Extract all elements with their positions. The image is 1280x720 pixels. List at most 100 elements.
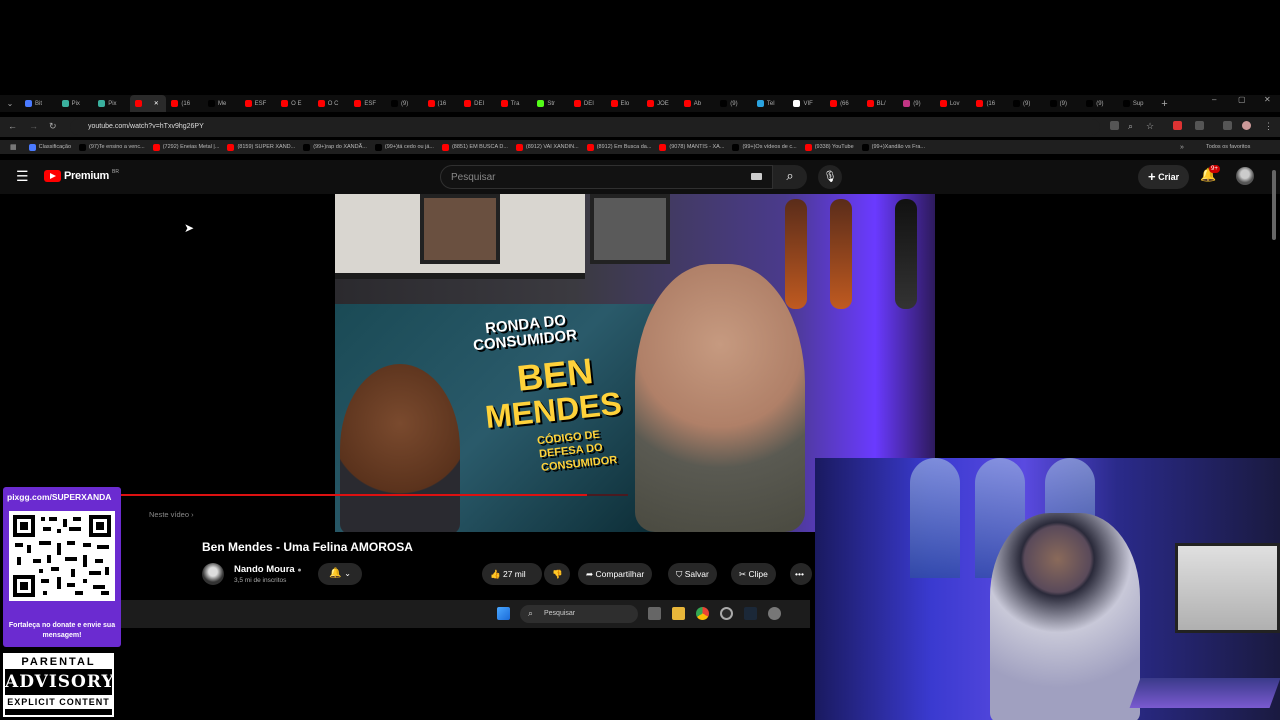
browser-tab[interactable]: ✕ [129,95,167,112]
browser-tab[interactable]: Tel [752,95,789,112]
app-icon[interactable] [720,607,733,620]
tab-label: Elo [620,100,630,107]
more-bookmarks-icon[interactable]: » [1180,144,1184,151]
channel-avatar[interactable] [202,563,224,585]
profile-avatar[interactable] [1242,121,1251,130]
browser-tab[interactable]: BL/ [862,95,899,112]
browser-tab[interactable]: Str [532,95,569,112]
create-button[interactable]: + Criar [1138,165,1190,189]
url-field[interactable]: youtube.com/watch?v=hTxv9hg26PY [70,119,1100,135]
extension-icon[interactable] [1173,121,1182,130]
browser-tab[interactable]: (16 [971,95,1008,112]
browser-tab[interactable]: Tra [496,95,533,112]
browser-tab[interactable]: (9) [898,95,935,112]
task-view-icon[interactable] [648,607,661,620]
browser-tab[interactable]: Sup [1118,95,1155,112]
clip-button[interactable]: ✂ Clipe [731,563,776,585]
youtube-premium-logo[interactable]: Premium BR [44,169,119,182]
tab-search-icon[interactable]: ⌄ [0,99,20,108]
browser-tab[interactable]: Bit [20,95,57,112]
bookmark-label: (8159) SUPER XAND... [237,144,296,150]
maximize-icon[interactable]: ▢ [1238,95,1246,104]
bookmark-item[interactable]: (8912) Em Busca da... [586,143,651,151]
chrome-icon[interactable] [696,607,709,620]
donate-panel: pixgg.com/SUPERXANDA Fortaleça no donate… [3,487,121,647]
bookmark-item[interactable]: (97)Te ensino a venc... [79,143,145,151]
file-explorer-icon[interactable] [672,607,685,620]
settings-gear-icon[interactable] [768,607,781,620]
in-this-video-link[interactable]: Neste vídeo › [149,510,194,519]
bookmark-item[interactable]: (9338) YouTube [804,143,854,151]
browser-tab[interactable]: Pix [93,95,130,112]
keyboard-icon[interactable] [751,173,762,180]
bookmark-item[interactable]: (99+)rap do XANDÃ... [303,143,367,151]
share-button[interactable]: ➦ Compartilhar [578,563,653,585]
browser-tab[interactable]: JOE [642,95,679,112]
browser-tab[interactable]: (66 [825,95,862,112]
taskbar-search[interactable]: ⌕ Pesquisar [520,605,638,623]
browser-tab[interactable]: DEI [569,95,606,112]
channel-name-row[interactable]: Nando Moura ● [234,564,302,575]
notifications-badge: 9+ [1209,165,1220,173]
browser-tab[interactable]: (9) [1008,95,1045,112]
bookmark-item[interactable]: (7292) Eneias Metal |... [152,143,219,151]
browser-tab[interactable]: O E [276,95,313,112]
browser-tab[interactable]: Elo [606,95,643,112]
apps-grid-icon[interactable]: ▦ [10,143,17,151]
search-button[interactable]: ⌕ [773,165,807,189]
bookmark-item[interactable]: (99+)tá cedo ou já... [374,143,434,151]
new-tab-button[interactable]: + [1154,98,1174,110]
hamburger-menu-icon[interactable]: ☰ [16,168,29,185]
extensions-puzzle-icon[interactable] [1195,121,1204,130]
close-tab-icon[interactable]: ✕ [154,100,159,107]
browser-tab[interactable]: ESF [349,95,386,112]
share-icon: ➦ [586,569,594,579]
menu-dots-icon[interactable]: ⋮ [1264,121,1273,132]
close-window-icon[interactable]: ✕ [1264,95,1271,104]
bookmark-item[interactable]: (8159) SUPER XAND... [227,143,296,151]
account-avatar[interactable] [1236,167,1254,185]
media-icon[interactable] [1223,121,1232,130]
browser-tab[interactable]: (9) [1081,95,1118,112]
browser-tab[interactable]: VIF [788,95,825,112]
browser-tab[interactable]: O C [313,95,350,112]
browser-tab[interactable]: Pix [57,95,94,112]
bookmark-item[interactable]: (8851) EM BUSCA D... [441,143,508,151]
back-icon[interactable]: ← [8,121,17,131]
browser-tab[interactable]: (16 [166,95,203,112]
browser-tab[interactable]: (9) [715,95,752,112]
parental-advisory-logo: PARENTAL ADVISORY EXPLICIT CONTENT [3,653,114,717]
bookmark-item[interactable]: (99+)Xandão vs Fra... [861,143,925,151]
browser-tab[interactable]: DEI [459,95,496,112]
browser-tab[interactable]: (16 [423,95,460,112]
reload-icon[interactable]: ↻ [49,121,57,132]
steam-icon[interactable] [744,607,757,620]
browser-tab[interactable]: Me [203,95,240,112]
bookmark-item[interactable]: (99+)Os vídeos de c... [732,143,797,151]
all-bookmarks-folder[interactable]: Todos os favoritos [1206,144,1250,150]
search-input[interactable]: Pesquisar [440,165,773,189]
bookmarks-bar: ▦ Classificação (97)Te ensino a venc... (7… [0,140,1280,154]
browser-tab[interactable]: Ab [679,95,716,112]
bookmark-item[interactable]: (8912) VAI XANDIN... [515,143,579,151]
bookmark-item[interactable]: (9078) MANTIS - XA... [659,143,724,151]
bookmark-label: (8851) EM BUSCA D... [451,144,508,150]
voice-search-button[interactable]: 🎙 [818,165,842,189]
page-scrollbar[interactable] [1272,170,1276,240]
browser-tab[interactable]: ESF [240,95,277,112]
save-button[interactable]: ⛉ Salvar [668,563,717,585]
subscription-bell-button[interactable]: 🔔 ⌄ [318,563,362,585]
dislike-button[interactable]: 👎 [544,563,570,585]
install-icon[interactable] [1110,121,1119,130]
browser-tab[interactable]: (9) [1045,95,1082,112]
browser-tab[interactable]: Lov [935,95,972,112]
more-actions-button[interactable]: ••• [790,563,812,585]
windows-start-icon[interactable] [497,607,510,620]
bookmark-item[interactable]: Classificação [28,143,71,151]
browser-tab[interactable]: (9) [386,95,423,112]
minimize-icon[interactable]: – [1212,95,1216,104]
like-button[interactable]: 👍 27 mil [482,563,542,585]
forward-icon[interactable]: → [29,121,38,131]
zoom-icon[interactable]: ⌕ [1128,121,1133,132]
bookmark-star-icon[interactable]: ☆ [1146,121,1154,132]
